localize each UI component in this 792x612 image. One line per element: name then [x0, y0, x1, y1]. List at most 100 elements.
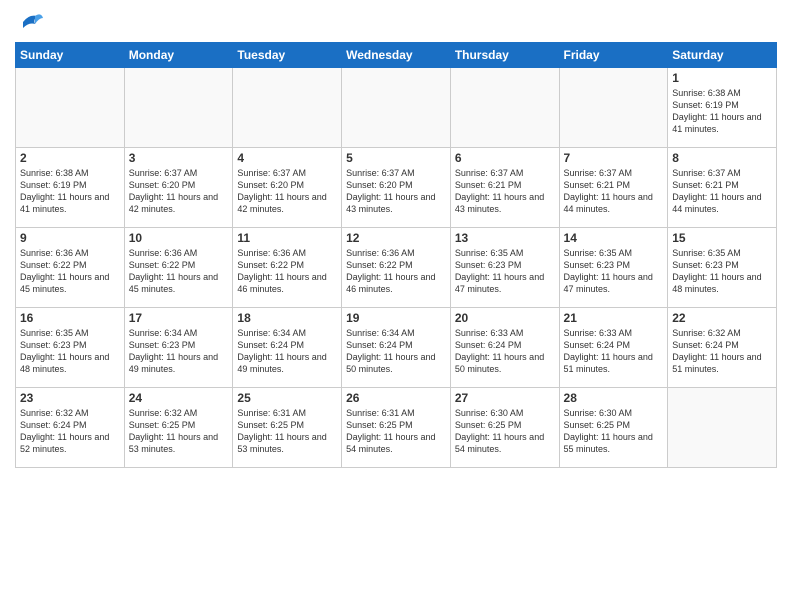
calendar-cell: 15 Sunrise: 6:35 AM Sunset: 6:23 PM Dayli…: [668, 228, 777, 308]
calendar-cell: 14 Sunrise: 6:35 AM Sunset: 6:23 PM Dayli…: [559, 228, 668, 308]
cell-details: Sunrise: 6:37 AM Sunset: 6:21 PM Dayligh…: [455, 167, 555, 216]
cell-details: Sunrise: 6:35 AM Sunset: 6:23 PM Dayligh…: [564, 247, 664, 296]
cell-details: Sunrise: 6:32 AM Sunset: 6:24 PM Dayligh…: [672, 327, 772, 376]
day-number: 6: [455, 151, 555, 165]
cell-details: Sunrise: 6:31 AM Sunset: 6:25 PM Dayligh…: [237, 407, 337, 456]
calendar-cell: 20Sunrise: 6:33 AM Sunset: 6:24 PM Dayli…: [450, 308, 559, 388]
day-number: 8: [672, 151, 772, 165]
weekday-wednesday: Wednesday: [342, 43, 451, 68]
cell-details: Sunrise: 6:37 AM Sunset: 6:20 PM Dayligh…: [129, 167, 229, 216]
day-number: 3: [129, 151, 229, 165]
day-number: 16: [20, 311, 120, 325]
cell-details: Sunrise: 6:37 AM Sunset: 6:21 PM Dayligh…: [564, 167, 664, 216]
calendar-cell: 5 Sunrise: 6:37 AM Sunset: 6:20 PM Daylig…: [342, 148, 451, 228]
cell-details: Sunrise: 6:34 AM Sunset: 6:23 PM Dayligh…: [129, 327, 229, 376]
cell-details: Sunrise: 6:34 AM Sunset: 6:24 PM Dayligh…: [346, 327, 446, 376]
calendar-cell: 9Sunrise: 6:36 AM Sunset: 6:22 PM Daylig…: [16, 228, 125, 308]
calendar-cell: 4 Sunrise: 6:37 AM Sunset: 6:20 PM Daylig…: [233, 148, 342, 228]
cell-details: Sunrise: 6:32 AM Sunset: 6:24 PM Dayligh…: [20, 407, 120, 456]
weekday-header-row: SundayMondayTuesdayWednesdayThursdayFrid…: [16, 43, 777, 68]
calendar-cell: 21 Sunrise: 6:33 AM Sunset: 6:24 PM Dayli…: [559, 308, 668, 388]
day-number: 2: [20, 151, 120, 165]
calendar-cell: [559, 68, 668, 148]
day-number: 22: [672, 311, 772, 325]
day-number: 10: [129, 231, 229, 245]
weekday-thursday: Thursday: [450, 43, 559, 68]
calendar-cell: 6 Sunrise: 6:37 AM Sunset: 6:21 PM Daylig…: [450, 148, 559, 228]
calendar-cell: 3 Sunrise: 6:37 AM Sunset: 6:20 PM Daylig…: [124, 148, 233, 228]
day-number: 26: [346, 391, 446, 405]
calendar-cell: 12 Sunrise: 6:36 AM Sunset: 6:22 PM Dayli…: [342, 228, 451, 308]
day-number: 27: [455, 391, 555, 405]
day-number: 28: [564, 391, 664, 405]
calendar-cell: 16Sunrise: 6:35 AM Sunset: 6:23 PM Dayli…: [16, 308, 125, 388]
weekday-sunday: Sunday: [16, 43, 125, 68]
cell-details: Sunrise: 6:37 AM Sunset: 6:20 PM Dayligh…: [237, 167, 337, 216]
day-number: 4: [237, 151, 337, 165]
day-number: 1: [672, 71, 772, 85]
cell-details: Sunrise: 6:37 AM Sunset: 6:20 PM Dayligh…: [346, 167, 446, 216]
cell-details: Sunrise: 6:36 AM Sunset: 6:22 PM Dayligh…: [237, 247, 337, 296]
calendar-cell: 10Sunrise: 6:36 AM Sunset: 6:22 PM Dayli…: [124, 228, 233, 308]
day-number: 11: [237, 231, 337, 245]
calendar-cell: 1 Sunrise: 6:38 AM Sunset: 6:19 PM Daylig…: [668, 68, 777, 148]
day-number: 23: [20, 391, 120, 405]
weekday-monday: Monday: [124, 43, 233, 68]
day-number: 12: [346, 231, 446, 245]
day-number: 7: [564, 151, 664, 165]
calendar-cell: 19 Sunrise: 6:34 AM Sunset: 6:24 PM Dayli…: [342, 308, 451, 388]
day-number: 15: [672, 231, 772, 245]
logo: [15, 10, 49, 34]
calendar-cell: 7 Sunrise: 6:37 AM Sunset: 6:21 PM Daylig…: [559, 148, 668, 228]
day-number: 21: [564, 311, 664, 325]
calendar-cell: [233, 68, 342, 148]
cell-details: Sunrise: 6:30 AM Sunset: 6:25 PM Dayligh…: [564, 407, 664, 456]
calendar-cell: 26 Sunrise: 6:31 AM Sunset: 6:25 PM Dayli…: [342, 388, 451, 468]
calendar-cell: 18 Sunrise: 6:34 AM Sunset: 6:24 PM Dayli…: [233, 308, 342, 388]
week-row-3: 16Sunrise: 6:35 AM Sunset: 6:23 PM Dayli…: [16, 308, 777, 388]
cell-details: Sunrise: 6:35 AM Sunset: 6:23 PM Dayligh…: [672, 247, 772, 296]
cell-details: Sunrise: 6:30 AM Sunset: 6:25 PM Dayligh…: [455, 407, 555, 456]
calendar-cell: 11 Sunrise: 6:36 AM Sunset: 6:22 PM Dayli…: [233, 228, 342, 308]
cell-details: Sunrise: 6:36 AM Sunset: 6:22 PM Dayligh…: [346, 247, 446, 296]
cell-details: Sunrise: 6:36 AM Sunset: 6:22 PM Dayligh…: [20, 247, 120, 296]
week-row-2: 9Sunrise: 6:36 AM Sunset: 6:22 PM Daylig…: [16, 228, 777, 308]
day-number: 24: [129, 391, 229, 405]
header: [15, 10, 777, 34]
calendar-cell: 25 Sunrise: 6:31 AM Sunset: 6:25 PM Dayli…: [233, 388, 342, 468]
day-number: 13: [455, 231, 555, 245]
calendar-cell: 24 Sunrise: 6:32 AM Sunset: 6:25 PM Dayli…: [124, 388, 233, 468]
cell-details: Sunrise: 6:33 AM Sunset: 6:24 PM Dayligh…: [455, 327, 555, 376]
weekday-saturday: Saturday: [668, 43, 777, 68]
calendar-cell: [668, 388, 777, 468]
day-number: 19: [346, 311, 446, 325]
calendar-cell: 13Sunrise: 6:35 AM Sunset: 6:23 PM Dayli…: [450, 228, 559, 308]
calendar-cell: 27 Sunrise: 6:30 AM Sunset: 6:25 PM Dayli…: [450, 388, 559, 468]
calendar-cell: 2 Sunrise: 6:38 AM Sunset: 6:19 PM Daylig…: [16, 148, 125, 228]
cell-details: Sunrise: 6:38 AM Sunset: 6:19 PM Dayligh…: [672, 87, 772, 136]
calendar-cell: 28 Sunrise: 6:30 AM Sunset: 6:25 PM Dayli…: [559, 388, 668, 468]
week-row-4: 23 Sunrise: 6:32 AM Sunset: 6:24 PM Dayli…: [16, 388, 777, 468]
calendar-cell: [342, 68, 451, 148]
cell-details: Sunrise: 6:31 AM Sunset: 6:25 PM Dayligh…: [346, 407, 446, 456]
day-number: 17: [129, 311, 229, 325]
cell-details: Sunrise: 6:34 AM Sunset: 6:24 PM Dayligh…: [237, 327, 337, 376]
cell-details: Sunrise: 6:33 AM Sunset: 6:24 PM Dayligh…: [564, 327, 664, 376]
calendar-cell: [450, 68, 559, 148]
cell-details: Sunrise: 6:32 AM Sunset: 6:25 PM Dayligh…: [129, 407, 229, 456]
day-number: 18: [237, 311, 337, 325]
calendar-table: SundayMondayTuesdayWednesdayThursdayFrid…: [15, 42, 777, 468]
week-row-1: 2 Sunrise: 6:38 AM Sunset: 6:19 PM Daylig…: [16, 148, 777, 228]
day-number: 5: [346, 151, 446, 165]
day-number: 14: [564, 231, 664, 245]
week-row-0: 1 Sunrise: 6:38 AM Sunset: 6:19 PM Daylig…: [16, 68, 777, 148]
cell-details: Sunrise: 6:37 AM Sunset: 6:21 PM Dayligh…: [672, 167, 772, 216]
calendar-cell: 23 Sunrise: 6:32 AM Sunset: 6:24 PM Dayli…: [16, 388, 125, 468]
calendar-cell: 8 Sunrise: 6:37 AM Sunset: 6:21 PM Daylig…: [668, 148, 777, 228]
day-number: 25: [237, 391, 337, 405]
calendar-cell: 22 Sunrise: 6:32 AM Sunset: 6:24 PM Dayli…: [668, 308, 777, 388]
weekday-friday: Friday: [559, 43, 668, 68]
calendar-container: SundayMondayTuesdayWednesdayThursdayFrid…: [0, 0, 792, 478]
calendar-cell: 17 Sunrise: 6:34 AM Sunset: 6:23 PM Dayli…: [124, 308, 233, 388]
cell-details: Sunrise: 6:38 AM Sunset: 6:19 PM Dayligh…: [20, 167, 120, 216]
